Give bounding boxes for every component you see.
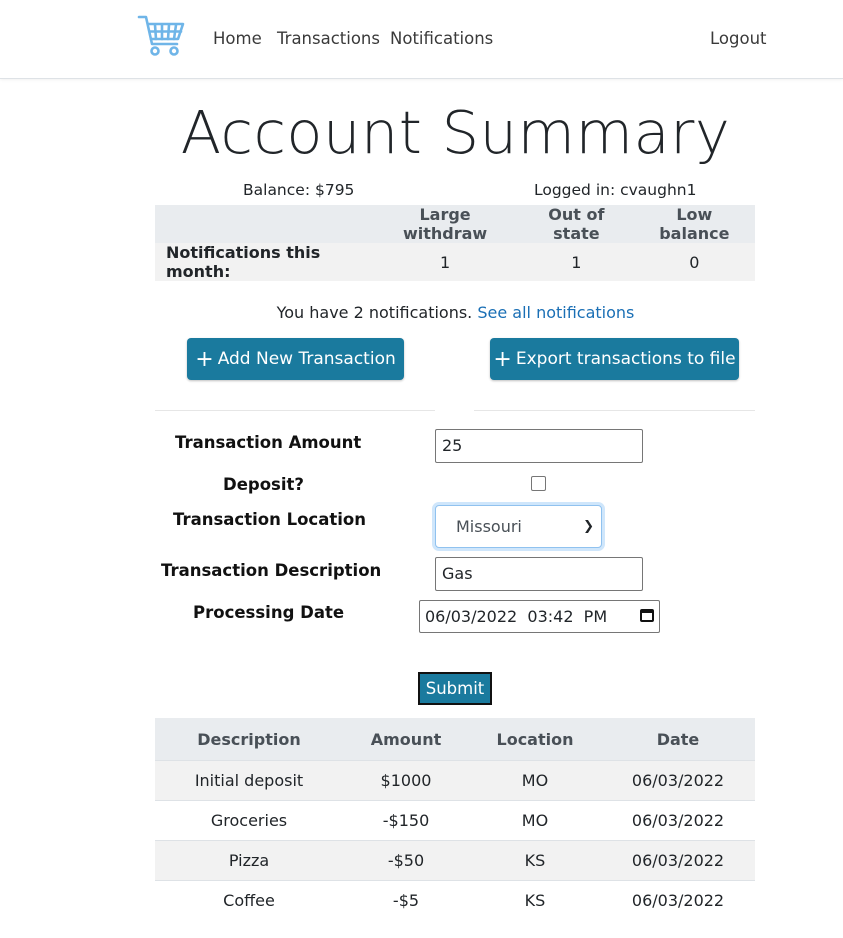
export-label: Export transactions to file xyxy=(515,349,736,369)
deposit-label: Deposit? xyxy=(223,475,304,494)
amount-label: Transaction Amount xyxy=(175,433,362,452)
table-row: Initial deposit $1000 MO 06/03/2022 xyxy=(155,760,755,801)
deposit-checkbox[interactable] xyxy=(531,476,546,491)
large-withdraw-count: 1 xyxy=(439,252,451,272)
transactions-table: Description Amount Location Date Initial… xyxy=(155,718,755,920)
calendar-icon[interactable] xyxy=(640,609,654,622)
plus-icon: + xyxy=(493,347,512,372)
header-low-balance: Low balance xyxy=(659,205,730,243)
cell-description: Coffee xyxy=(155,880,343,920)
notifications-count-text: You have 2 notifications. xyxy=(276,303,473,322)
header-out-of-state: Out of state xyxy=(548,205,605,243)
cell-date: 06/03/2022 xyxy=(601,760,755,801)
transactions-header-row: Description Amount Location Date xyxy=(155,718,755,761)
notifications-count-row: Notifications this month: 1 1 0 xyxy=(155,243,755,281)
nav-transactions-link[interactable]: Transactions xyxy=(277,29,380,48)
add-transaction-button[interactable]: + Add New Transaction xyxy=(187,338,404,380)
header-large-withdraw: Large withdraw xyxy=(402,205,488,243)
cell-amount: $1000 xyxy=(343,760,469,801)
nav-notifications-link[interactable]: Notifications xyxy=(390,29,493,48)
cell-description: Initial deposit xyxy=(155,760,343,801)
notifications-summary-table: Large withdraw Out of state Low balance … xyxy=(155,205,755,281)
cell-date: 06/03/2022 xyxy=(601,840,755,881)
submit-button[interactable]: Submit xyxy=(418,672,492,705)
cell-amount: -$150 xyxy=(343,800,469,841)
navbar: Home Transactions Notifications Logout xyxy=(0,0,843,79)
notifications-message: You have 2 notifications. See all notifi… xyxy=(0,303,843,322)
chevron-down-icon: ❯ xyxy=(583,519,594,534)
divider-right xyxy=(474,410,755,411)
amount-input[interactable]: 25 xyxy=(435,429,643,463)
header-description: Description xyxy=(155,718,343,761)
out-of-state-count: 1 xyxy=(571,252,582,272)
logout-link[interactable]: Logout xyxy=(710,29,767,48)
cell-amount: -$50 xyxy=(343,840,469,881)
description-input[interactable]: Gas xyxy=(435,557,643,591)
cell-date: 06/03/2022 xyxy=(601,800,755,841)
add-transaction-label: Add New Transaction xyxy=(217,349,396,369)
location-selected-value: Missouri xyxy=(456,517,522,536)
cell-location: MO xyxy=(469,800,601,841)
cell-description: Groceries xyxy=(155,800,343,841)
row-label: Notifications this month: xyxy=(166,243,321,281)
location-label: Transaction Location xyxy=(173,510,366,529)
shopping-cart-icon[interactable] xyxy=(137,13,185,58)
table-row: Groceries -$150 MO 06/03/2022 xyxy=(155,800,755,841)
date-label: Processing Date xyxy=(193,603,345,622)
header-date: Date xyxy=(601,718,755,761)
table-row: Pizza -$50 KS 06/03/2022 xyxy=(155,840,755,881)
location-select[interactable]: Missouri ❯ xyxy=(435,505,602,548)
cell-date: 06/03/2022 xyxy=(601,880,755,920)
divider-left xyxy=(155,410,435,411)
cell-location: KS xyxy=(469,880,601,920)
table-row: Coffee -$5 KS 06/03/2022 xyxy=(155,880,755,920)
header-location: Location xyxy=(469,718,601,761)
page-title: Account Summary xyxy=(180,98,731,167)
see-all-notifications-link[interactable]: See all notifications xyxy=(477,303,634,322)
date-value: 06/03/2022 03:42 PM xyxy=(425,607,608,626)
notifications-header-row: Large withdraw Out of state Low balance xyxy=(155,205,755,243)
cell-description: Pizza xyxy=(155,840,343,881)
cell-location: KS xyxy=(469,840,601,881)
processing-date-input[interactable]: 06/03/2022 03:42 PM xyxy=(419,600,660,633)
export-transactions-button[interactable]: + Export transactions to file xyxy=(490,338,739,380)
nav-home-link[interactable]: Home xyxy=(213,29,262,48)
cell-amount: -$5 xyxy=(343,880,469,920)
plus-icon: + xyxy=(195,347,214,372)
cell-location: MO xyxy=(469,760,601,801)
balance-text: Balance: $795 xyxy=(243,181,355,199)
logged-in-text: Logged in: cvaughn1 xyxy=(534,181,697,199)
description-label: Transaction Description xyxy=(161,561,382,580)
header-cell-empty xyxy=(155,205,371,243)
header-amount: Amount xyxy=(343,718,469,761)
low-balance-count: 0 xyxy=(689,252,700,272)
